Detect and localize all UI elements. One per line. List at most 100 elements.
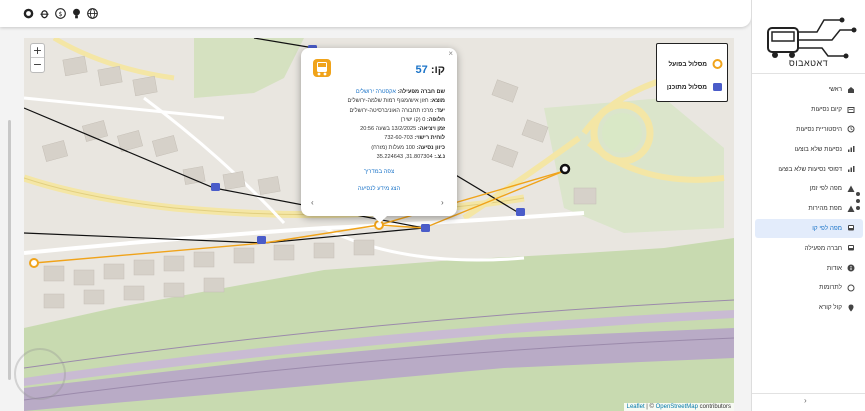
popup-tip: [373, 216, 387, 223]
sidebar-item-label: קול קורא: [818, 304, 842, 312]
sidebar-item-label: מפה לפי זמן: [809, 185, 842, 193]
actual-route-icon: [712, 59, 723, 69]
prev-button[interactable]: ‹: [311, 198, 314, 207]
attribution-separator: | ©: [644, 404, 656, 410]
popup-info-value: 732-60-703: [384, 135, 413, 142]
popup-info-row: כיוון נסיעה: 100 מעלות (מזרח): [310, 144, 445, 153]
sidebar-item-label: ראשי: [828, 86, 842, 94]
sidebar-item[interactable]: ראשי: [755, 80, 863, 100]
popup-info: שם חברה מפעילה: אקסטרה ירושלים מוצא: חזון…: [310, 88, 445, 162]
list-icon: [847, 106, 855, 114]
sidebar-item[interactable]: אודות: [755, 258, 863, 278]
sidebar-item[interactable]: נסיעות שלא בוצעו: [755, 139, 863, 159]
route-legend: מסלול בפועל מסלול מתוכנן: [656, 43, 728, 102]
more-options-icon[interactable]: [856, 192, 860, 210]
sidebar-item[interactable]: לתרומות: [755, 278, 863, 298]
sidebar-item[interactable]: דפוסי נסיעות שלא בוצעו: [755, 159, 863, 179]
sidebar-item-label: אודות: [826, 264, 842, 272]
popup-info-row: נ.צ.: 31.807304, 35.224643: [310, 153, 445, 162]
popup-info-label: חלופה:: [426, 116, 445, 123]
popup-info-label: יעד:: [434, 107, 445, 114]
sidebar-item[interactable]: חברה מפעילה: [755, 238, 863, 258]
info-icon: [847, 264, 855, 272]
popup-info-value: 31.807304, 35.224643: [376, 154, 433, 161]
line-label: קו:: [430, 64, 445, 76]
line-title: קו: 57: [416, 64, 446, 76]
popup-info-value: מרכז תחבורה האוניברסיטה-ירושלים: [349, 107, 434, 114]
chart-icon: [847, 165, 855, 173]
attribution-suffix: contributors: [697, 404, 731, 410]
popup-info-row: לוחית רישוי: 732-60-703: [310, 134, 445, 143]
sidebar-item-label: היסטוריית נסיעות: [796, 125, 842, 133]
github-icon[interactable]: [23, 8, 34, 19]
sidebar-item[interactable]: מפת מהירות: [755, 199, 863, 219]
zoom-control: + −: [30, 43, 45, 73]
sidebar-item[interactable]: היסטוריית נסיעות: [755, 120, 863, 140]
divider: [752, 73, 865, 74]
divider: [752, 393, 865, 394]
legend-planned-label: מסלול מתוכנן: [666, 83, 707, 91]
popup-info-label: מוצא:: [430, 98, 445, 105]
donate-icon: [847, 284, 855, 292]
legend-actual: מסלול בפועל: [668, 59, 723, 69]
collapse-sidebar-button[interactable]: ›: [804, 396, 807, 405]
bus-icon: [847, 224, 855, 232]
sidebar-item-label: מפת מהירות: [808, 205, 842, 213]
popup-info-label: שם חברה מפעילה:: [397, 89, 445, 95]
popup-info-row: חלופה: 0 (קו ישיר): [310, 116, 445, 125]
osm-link[interactable]: OpenStreetMap: [656, 404, 698, 410]
sidebar-item[interactable]: קיום נסיעות: [755, 100, 863, 120]
pin-icon: [847, 304, 855, 312]
watermark-stamp: [14, 348, 66, 400]
history-icon: [847, 125, 855, 133]
sidebar-item[interactable]: קול קורא: [755, 298, 863, 318]
popup-info-value: חזון איש/מגוף רמות שלמה-ירושלים: [347, 98, 429, 105]
bus-icon: [313, 59, 331, 77]
bug-icon[interactable]: [39, 8, 50, 19]
popup-info-value[interactable]: אקסטרה ירושלים: [356, 89, 396, 95]
sidebar-item[interactable]: מפה לפי קו: [755, 218, 863, 239]
sidebar-item-label: דפוסי נסיעות שלא בוצעו: [778, 165, 842, 173]
legend-actual-label: מסלול בפועל: [668, 60, 707, 68]
full-info-link[interactable]: הצג מידע לנסיעה: [301, 186, 457, 192]
popup-info-label: זמן ויציאה:: [417, 126, 445, 133]
sidebar-item-label: חברה מפעילה: [804, 244, 843, 252]
lightbulb-icon[interactable]: [71, 8, 82, 19]
bus-icon: [847, 244, 855, 252]
app-window: $ + − מסלול בפועל מסלול מתוכנן Leaflet |…: [0, 0, 865, 411]
popup-info-row: זמן ויציאה: 13/2/2025 בשעה 20:56: [310, 125, 445, 134]
scrollbar[interactable]: [8, 120, 11, 380]
sidebar: דאטאבוס ראשי קיום נסיעות היסטוריית נסיעות נ…: [751, 0, 865, 411]
home-icon: [847, 86, 855, 94]
warning-icon: [847, 185, 855, 193]
planned-route-icon: [713, 83, 722, 91]
popup-close-button[interactable]: ×: [448, 49, 453, 58]
leaflet-link[interactable]: Leaflet: [627, 404, 645, 410]
dollar-icon[interactable]: $: [55, 8, 66, 19]
popup-info-row: יעד: מרכז תחבורה האוניברסיטה-ירושלים: [310, 107, 445, 116]
chart-icon: [847, 145, 855, 153]
globe-icon[interactable]: [87, 8, 98, 19]
top-bar: $: [0, 0, 751, 27]
zoom-in-button[interactable]: +: [31, 44, 44, 58]
sidebar-item[interactable]: מפה לפי זמן: [755, 179, 863, 199]
line-number: 57: [415, 64, 428, 76]
zoom-out-button[interactable]: −: [31, 58, 44, 72]
popup-info-row: מוצא: חזון איש/מגוף רמות שלמה-ירושלים: [310, 97, 445, 106]
popup-info-label: כיוון נסיעה:: [416, 144, 445, 151]
logo-text: דאטאבוס: [788, 58, 829, 68]
popup-info-label: נ.צ.:: [434, 154, 445, 161]
popup-info-value: 100 מעלות (מזרח): [371, 144, 415, 151]
legend-planned: מסלול מתוכנן: [667, 82, 723, 92]
guide-link[interactable]: צפה במדריך: [301, 169, 457, 175]
warning-icon: [847, 205, 855, 213]
popup-info-label: לוחית רישוי:: [414, 135, 445, 142]
sidebar-item-label: מפה לפי קו: [812, 224, 842, 232]
sidebar-item-label: לתרומות: [819, 284, 842, 292]
popup-info-row: שם חברה מפעילה: אקסטרה ירושלים: [310, 88, 445, 97]
popup-info-value: 0 (קו ישיר): [400, 116, 426, 123]
sidebar-item-label: קיום נסיעות: [811, 106, 842, 114]
map-attribution: Leaflet | © OpenStreetMap contributors: [623, 403, 734, 411]
next-button[interactable]: ›: [441, 198, 444, 207]
svg-text:$: $: [59, 11, 63, 18]
